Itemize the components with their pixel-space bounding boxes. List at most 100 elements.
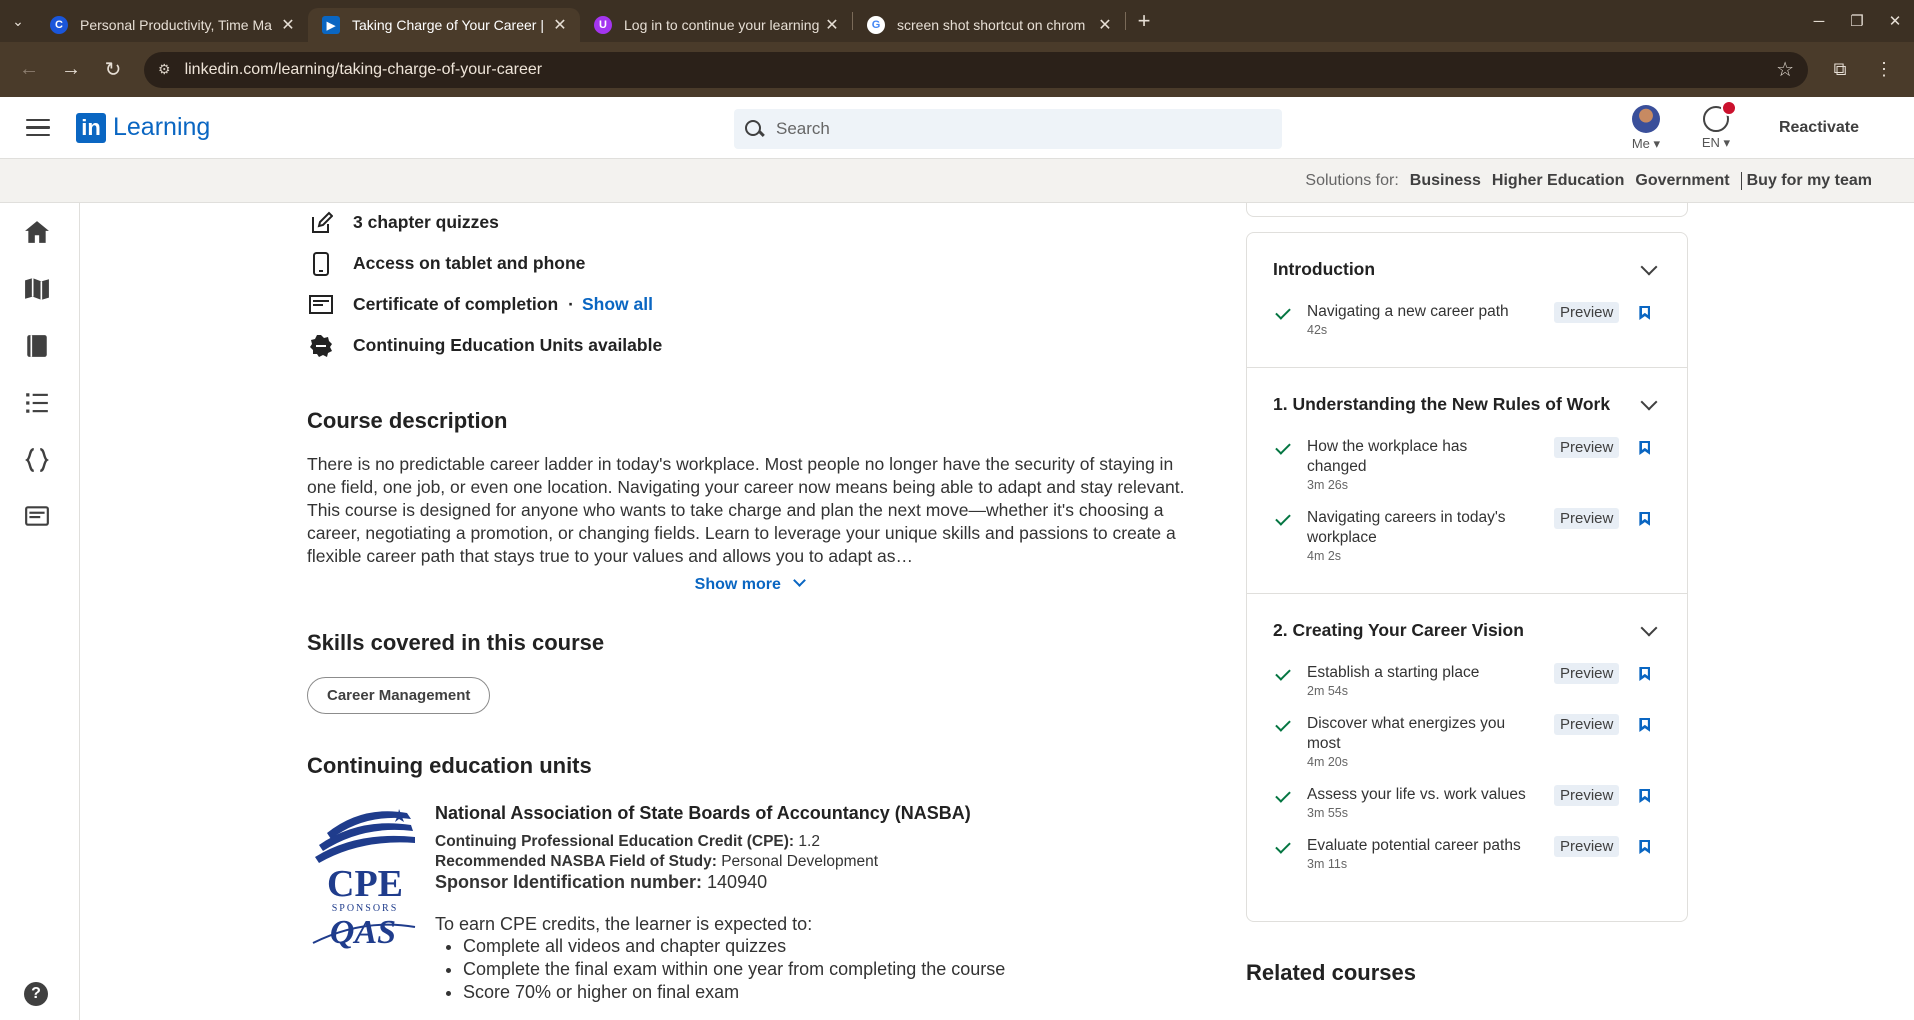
- search-icon: [744, 119, 764, 139]
- lesson-title[interactable]: Evaluate potential career paths: [1307, 836, 1542, 856]
- lesson-title[interactable]: Navigating careers in today's workplace: [1307, 508, 1522, 548]
- preview-badge[interactable]: Preview: [1554, 437, 1620, 458]
- certificate-icon[interactable]: [24, 503, 50, 529]
- preview-badge[interactable]: Preview: [1554, 714, 1620, 735]
- quiz-icon: [307, 211, 334, 235]
- checkmark-icon: [1275, 439, 1291, 455]
- library-book-icon[interactable]: [24, 333, 50, 359]
- minimize-icon[interactable]: ─: [1800, 13, 1838, 30]
- solutions-link-government[interactable]: Government: [1635, 172, 1729, 190]
- new-tab-button[interactable]: +: [1126, 8, 1162, 34]
- linkedin-learning-logo[interactable]: in Learning: [76, 112, 210, 143]
- feature-text: Continuing Education Units available: [353, 335, 663, 355]
- close-window-icon[interactable]: ✕: [1876, 12, 1914, 30]
- bookmark-icon[interactable]: [1639, 441, 1651, 455]
- show-all-link[interactable]: Show all: [582, 294, 653, 315]
- close-tab-icon[interactable]: ✕: [822, 15, 842, 35]
- avatar: [1631, 104, 1660, 133]
- chevron-down-icon[interactable]: [1640, 619, 1658, 636]
- cpe-requirement: Complete the final exam within one year …: [463, 958, 1005, 981]
- language-menu[interactable]: EN ▾: [1681, 99, 1751, 151]
- feature-ceu: Continuing Education Units available: [307, 325, 1192, 366]
- left-nav-rail: [0, 203, 80, 1020]
- toc-section-header[interactable]: 2. Creating Your Career Vision: [1273, 619, 1661, 641]
- preview-badge[interactable]: Preview: [1554, 836, 1620, 857]
- list-icon[interactable]: [24, 390, 50, 416]
- address-bar[interactable]: ⚙ linkedin.com/learning/taking-charge-of…: [144, 51, 1808, 88]
- solutions-link-higher-education[interactable]: Higher Education: [1492, 172, 1624, 190]
- notification-dot: [1720, 99, 1737, 116]
- browser-tab-productivity[interactable]: C Personal Productivity, Time Ma ✕: [36, 8, 308, 42]
- browser-tab-google-search[interactable]: G screen shot shortcut on chrom ✕: [853, 8, 1125, 42]
- chevron-down-icon[interactable]: [1640, 258, 1658, 275]
- google-favicon-icon: G: [867, 16, 885, 34]
- lesson-title[interactable]: Assess your life vs. work values: [1307, 785, 1542, 805]
- lesson-title[interactable]: Establish a starting place: [1307, 663, 1542, 683]
- bookmark-icon[interactable]: [1639, 306, 1651, 320]
- bookmark-icon[interactable]: [1639, 512, 1651, 526]
- lesson-title[interactable]: Discover what energizes you most: [1307, 714, 1522, 754]
- tab-search-button[interactable]: ⌄: [0, 0, 36, 42]
- bookmark-icon[interactable]: [1639, 718, 1651, 732]
- solutions-link-business[interactable]: Business: [1410, 172, 1481, 190]
- toc-lesson[interactable]: Assess your life vs. work values 3m 55s P…: [1273, 785, 1661, 820]
- restore-icon[interactable]: ❐: [1838, 12, 1876, 30]
- search-input[interactable]: Search: [734, 109, 1282, 149]
- close-tab-icon[interactable]: ✕: [1095, 15, 1115, 35]
- chevron-down-icon[interactable]: [1640, 393, 1658, 410]
- bookmark-star-icon[interactable]: ☆: [1776, 57, 1794, 82]
- lesson-title[interactable]: Navigating a new career path: [1307, 302, 1542, 322]
- solutions-link-buy-for-team[interactable]: Buy for my team: [1747, 172, 1872, 190]
- preview-badge[interactable]: Preview: [1554, 785, 1620, 806]
- toc-lesson[interactable]: Navigating a new career path 42s Preview: [1273, 302, 1661, 337]
- checkmark-icon: [1275, 787, 1291, 803]
- ceu-heading: Continuing education units: [307, 753, 592, 778]
- extensions-icon[interactable]: ⧉: [1818, 59, 1862, 80]
- field-label: Recommended NASBA Field of Study:: [435, 853, 717, 870]
- bookmark-icon[interactable]: [1639, 840, 1651, 854]
- toc-lesson[interactable]: How the workplace has changed 3m 26s Prev…: [1273, 437, 1661, 492]
- site-info-icon[interactable]: ⚙: [158, 61, 171, 78]
- toc-lesson[interactable]: Evaluate potential career paths 3m 11s Pr…: [1273, 836, 1661, 871]
- close-tab-icon[interactable]: ✕: [278, 15, 298, 35]
- toc-lesson[interactable]: Establish a starting place 2m 54s Preview: [1273, 663, 1661, 698]
- toc-section-header[interactable]: 1. Understanding the New Rules of Work: [1273, 393, 1661, 415]
- back-arrow-icon[interactable]: ←: [8, 58, 50, 81]
- skill-pill-career-management[interactable]: Career Management: [307, 677, 491, 714]
- lesson-title[interactable]: How the workplace has changed: [1307, 437, 1487, 477]
- caret-down-icon: ▾: [1723, 134, 1731, 150]
- course-contents-panel: Introduction Navigating a new career pat…: [1246, 232, 1688, 922]
- bookmark-icon[interactable]: [1639, 667, 1651, 681]
- browser-menu-icon[interactable]: ⋮: [1862, 59, 1906, 80]
- checkmark-icon: [1275, 510, 1291, 526]
- browser-tab-udemy-login[interactable]: U Log in to continue your learning ✕: [580, 8, 852, 42]
- divider: [1740, 171, 1742, 190]
- bookmark-icon[interactable]: [1639, 789, 1651, 803]
- home-icon[interactable]: [24, 219, 50, 245]
- map-icon[interactable]: [24, 276, 50, 302]
- toc-lesson[interactable]: Navigating careers in today's workplace 4…: [1273, 508, 1661, 563]
- preview-badge[interactable]: Preview: [1554, 663, 1620, 684]
- toc-section-header[interactable]: Introduction: [1273, 258, 1661, 280]
- code-braces-icon[interactable]: [24, 447, 50, 473]
- reload-icon[interactable]: ↻: [92, 57, 134, 82]
- browser-tab-taking-charge[interactable]: ▶ Taking Charge of Your Career | ✕: [308, 8, 580, 42]
- tab-title: Personal Productivity, Time Ma: [80, 17, 272, 33]
- cpe-intro: To earn CPE credits, the learner is expe…: [435, 914, 813, 934]
- url-text[interactable]: linkedin.com/learning/taking-charge-of-y…: [185, 61, 1777, 79]
- globe-icon: [1702, 99, 1737, 132]
- reactivate-button[interactable]: Reactivate: [1751, 119, 1914, 137]
- close-tab-icon[interactable]: ✕: [550, 15, 570, 35]
- preview-badge[interactable]: Preview: [1554, 302, 1620, 323]
- linkedin-logo-icon: in: [76, 112, 106, 143]
- toc-lesson[interactable]: Discover what energizes you most 4m 20s P…: [1273, 714, 1661, 769]
- forward-arrow-icon[interactable]: →: [50, 58, 92, 81]
- hamburger-menu-icon[interactable]: [0, 118, 76, 137]
- help-icon[interactable]: ?: [24, 982, 48, 1006]
- show-more-button[interactable]: Show more: [307, 574, 1192, 594]
- lesson-duration: 3m 55s: [1307, 806, 1348, 820]
- preview-badge[interactable]: Preview: [1554, 508, 1620, 529]
- me-menu[interactable]: Me ▾: [1611, 104, 1681, 152]
- lesson-duration: 4m 2s: [1307, 549, 1342, 563]
- certificate-icon: [307, 293, 334, 317]
